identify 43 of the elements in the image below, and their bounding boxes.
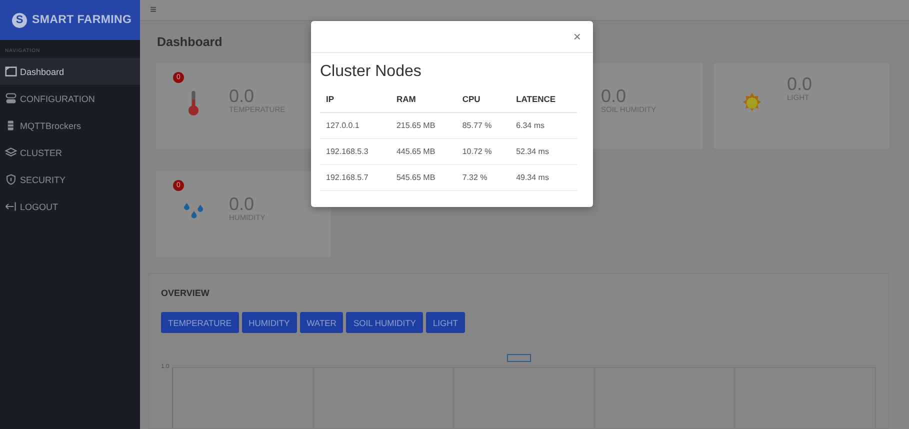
sidebar-item[interactable]: SECURITY <box>0 166 140 193</box>
dialog-title: Cluster Nodes <box>320 63 422 81</box>
sensor-button[interactable]: SOIL HUMIDITY <box>346 312 423 333</box>
logo-icon: S <box>12 12 27 28</box>
layers-icon <box>5 147 17 158</box>
brand-name: SMART FARMING <box>32 14 132 26</box>
table-cell: 49.34 ms <box>510 164 577 190</box>
shield-icon <box>5 174 17 185</box>
column-header: CPU <box>456 89 510 112</box>
sidebar-item[interactable]: MQTTBrockers <box>0 112 140 139</box>
column-header: LATENCE <box>510 89 577 112</box>
table-cell: 10.72 % <box>456 138 510 164</box>
table-cell: 445.65 MB <box>390 138 456 164</box>
window-icon <box>5 66 17 77</box>
sidebar-item[interactable]: CONFIGURATION <box>0 85 140 112</box>
table-cell: 85.77 % <box>456 112 510 138</box>
table-cell: 7.32 % <box>456 164 510 190</box>
close-button[interactable]: × <box>571 29 583 44</box>
logout-icon <box>5 201 17 212</box>
sidebar-item[interactable]: LOGOUT <box>0 193 140 220</box>
table-cell: 192.168.5.7 <box>320 164 390 190</box>
thermometer-icon <box>187 90 200 116</box>
sensor-button[interactable]: WATER <box>300 312 344 333</box>
water-drops-icon <box>182 201 204 221</box>
toggle-icon <box>5 93 17 104</box>
legend-swatch <box>506 354 530 362</box>
table-cell: 6.34 ms <box>510 112 577 138</box>
table-cell: 545.65 MB <box>390 164 456 190</box>
sun-icon <box>740 92 762 114</box>
menu-button[interactable]: ≡ <box>146 4 160 16</box>
table-cell: 192.168.5.3 <box>320 138 390 164</box>
column-header: IP <box>320 89 390 112</box>
page-title: Dashboard <box>157 35 222 49</box>
overview-title: OVERVIEW <box>161 288 210 298</box>
sensor-button[interactable]: LIGHT <box>426 312 465 333</box>
sidebar-item[interactable]: CLUSTER <box>0 139 140 166</box>
sidebar-item[interactable]: Dashboard <box>0 58 140 85</box>
table-cell: 215.65 MB <box>390 112 456 138</box>
sensor-button[interactable]: HUMIDITY <box>242 312 297 333</box>
sensor-button[interactable]: TEMPERATURE <box>161 312 239 333</box>
table-cell: 52.34 ms <box>510 138 577 164</box>
table-cell: 127.0.0.1 <box>320 112 390 138</box>
column-header: RAM <box>390 89 456 112</box>
